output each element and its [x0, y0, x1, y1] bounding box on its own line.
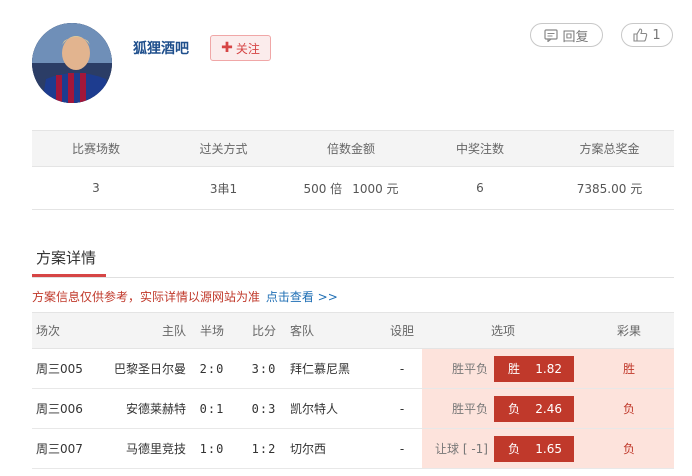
comment-icon: [544, 28, 559, 42]
row-result: 胜: [584, 349, 674, 388]
header-away: 客队: [290, 324, 315, 338]
row-pick: 负: [508, 442, 521, 456]
row-final-score: 3:0: [251, 361, 277, 376]
row-banker: -: [399, 361, 405, 376]
section-title: 方案详情: [36, 249, 97, 267]
summary-header-pass-type: 过关方式: [199, 142, 248, 156]
plus-icon: ✚: [221, 40, 233, 56]
row-odds: 2.46: [535, 401, 562, 416]
row-option: 胜平负 胜 1.82: [422, 349, 584, 388]
header-score: 比分: [251, 324, 276, 338]
row-banker: -: [399, 441, 405, 456]
row-option-type: 胜平负: [451, 362, 488, 376]
section-divider: [32, 277, 674, 278]
table-row: 周三005 巴黎圣日尔曼 2:0 3:0 拜仁慕尼黑 - 胜平负 胜 1.82 …: [32, 349, 674, 389]
summary-multiple: 500 倍: [303, 181, 343, 196]
row-option-type: 让球 [ -1]: [435, 442, 488, 456]
summary-total-prize: 7385.00 元: [576, 181, 643, 196]
row-final-score: 0:3: [251, 401, 277, 416]
row-odds: 1.82: [535, 361, 562, 376]
like-button[interactable]: 1: [621, 23, 673, 47]
table-row: 周三007 马德里竞技 1:0 1:2 切尔西 - 让球 [ -1] 负 1.6…: [32, 429, 674, 469]
row-half-score: 1:0: [199, 441, 225, 456]
row-home-team: 安德莱赫特: [125, 402, 186, 416]
row-option: 胜平负 负 2.46: [422, 389, 584, 428]
row-option: 让球 [ -1] 负 1.65: [422, 429, 584, 468]
row-final-score: 1:2: [251, 441, 277, 456]
summary-amount: 1000 元: [352, 181, 399, 196]
summary-multiple-amount: 500 倍 1000 元: [287, 167, 415, 209]
row-pick-badge: 负 1.65: [494, 435, 574, 462]
row-home-team: 巴黎圣日尔曼: [113, 362, 186, 376]
summary-value-row: 3 3串1 500 倍 1000 元 6 7385.00 元: [32, 167, 674, 209]
row-pick: 胜: [508, 362, 521, 376]
row-pick: 负: [508, 402, 521, 416]
table-row: 周三006 安德莱赫特 0:1 0:3 凯尔特人 - 胜平负 负 2.46 负: [32, 389, 674, 429]
user-avatar[interactable]: [32, 23, 112, 103]
summary-pass-type: 3串1: [209, 181, 238, 196]
reply-button[interactable]: 回复: [530, 23, 603, 47]
match-detail-table: 场次 主队 半场 比分 客队 设胆 选项 彩果 周三005 巴黎圣日尔曼 2:0…: [32, 312, 674, 469]
row-result: 负: [584, 429, 674, 468]
row-pick-badge: 胜 1.82: [494, 355, 574, 382]
header-banker: 设胆: [389, 324, 414, 338]
row-round: 周三006: [36, 402, 83, 416]
notice-text: 方案信息仅供参考，实际详情以源网站为准 点击查看 >>: [32, 288, 338, 305]
row-pick-badge: 负 2.46: [494, 395, 574, 422]
reply-label: 回复: [562, 29, 589, 45]
summary-header-multiple: 倍数金额: [326, 142, 375, 156]
header-home: 主队: [161, 324, 186, 338]
summary-matches: 3: [92, 181, 100, 195]
view-details-link[interactable]: 点击查看 >>: [266, 290, 338, 304]
header-option: 选项: [490, 324, 515, 338]
summary-header-matches: 比赛场数: [71, 142, 120, 156]
row-away-team: 凯尔特人: [290, 402, 339, 416]
row-home-team: 马德里竞技: [125, 442, 186, 456]
detail-header-row: 场次 主队 半场 比分 客队 设胆 选项 彩果: [32, 313, 674, 349]
plan-summary-table: 比赛场数 过关方式 倍数金额 中奖注数 方案总奖金 3 3串1 500 倍 10…: [32, 130, 674, 210]
row-round: 周三007: [36, 442, 83, 456]
avatar-image: [32, 23, 112, 103]
username[interactable]: 狐狸酒吧: [133, 38, 189, 58]
row-round: 周三005: [36, 362, 83, 376]
like-count: 1: [652, 27, 661, 43]
row-away-team: 拜仁慕尼黑: [290, 362, 351, 376]
row-banker: -: [399, 401, 405, 416]
row-result: 负: [584, 389, 674, 428]
follow-label: 关注: [235, 41, 260, 56]
row-away-team: 切尔西: [290, 442, 327, 456]
notice-message: 方案信息仅供参考，实际详情以源网站为准: [32, 290, 261, 304]
row-half-score: 0:1: [199, 401, 225, 416]
header-half: 半场: [199, 324, 224, 338]
row-odds: 1.65: [535, 441, 562, 456]
summary-header-row: 比赛场数 过关方式 倍数金额 中奖注数 方案总奖金: [32, 131, 674, 167]
summary-winning-bets: 6: [476, 181, 484, 195]
thumbs-up-icon: [633, 28, 648, 42]
header-round: 场次: [36, 324, 61, 338]
header-result: 彩果: [616, 324, 641, 338]
follow-button[interactable]: ✚ 关注: [210, 35, 271, 61]
row-option-type: 胜平负: [451, 402, 488, 416]
summary-header-total-prize: 方案总奖金: [579, 142, 640, 156]
summary-header-winning-bets: 中奖注数: [455, 142, 504, 156]
row-half-score: 2:0: [199, 361, 225, 376]
